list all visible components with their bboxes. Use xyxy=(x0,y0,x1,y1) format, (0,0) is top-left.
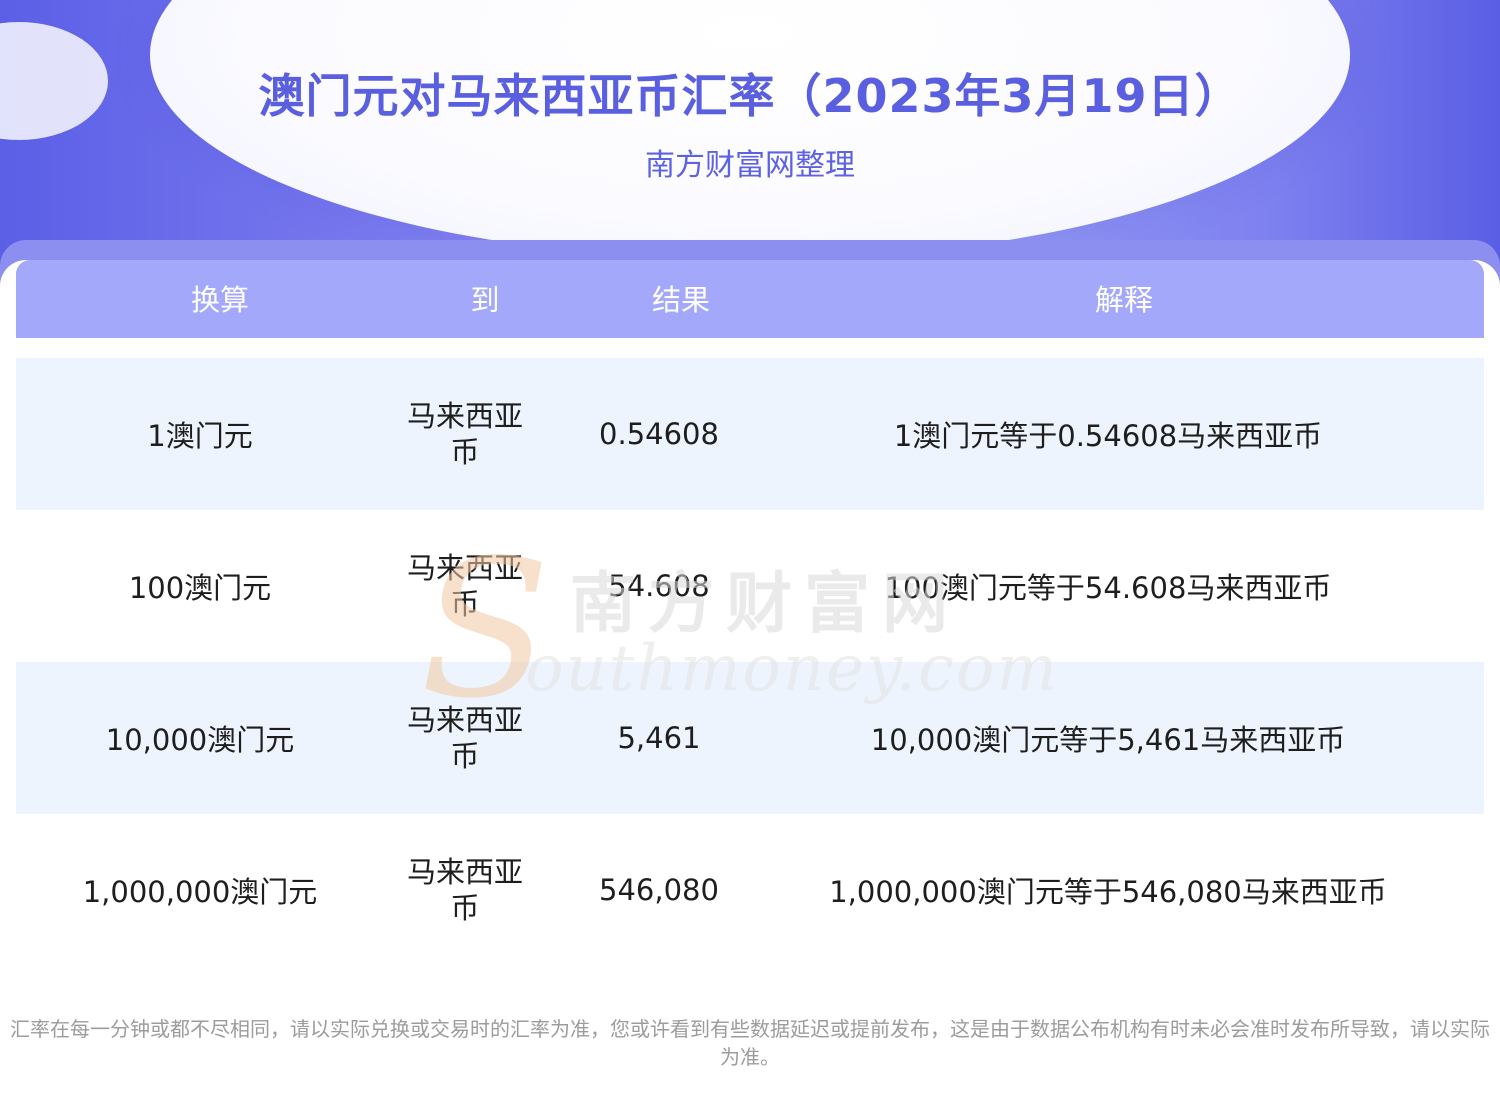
table-row: 1,000,000澳门元 马来西亚币 546,080 1,000,000澳门元等… xyxy=(16,814,1484,966)
cell-amount: 1,000,000澳门元 xyxy=(82,875,318,909)
cell-target-currency: 马来西亚币 xyxy=(400,662,530,814)
cell-result: 546,080 xyxy=(599,873,719,907)
cell-amount: 100澳门元 xyxy=(128,571,272,605)
cell-amount: 1澳门元 xyxy=(147,419,253,453)
cell-result: 0.54608 xyxy=(599,417,719,451)
cell-target-currency-text: 马来西亚币 xyxy=(406,855,523,925)
cell-target-currency-text: 马来西亚币 xyxy=(406,399,523,469)
column-header-to: 到 xyxy=(470,283,500,317)
table-row: 100澳门元 马来西亚币 54.608 100澳门元等于54.608马来西亚币 xyxy=(16,510,1484,662)
table-header: 换算 到 结果 解释 xyxy=(16,260,1484,338)
table-row: 10,000澳门元 马来西亚币 5,461 10,000澳门元等于5,461马来… xyxy=(16,662,1484,814)
cell-target-currency-text: 马来西亚币 xyxy=(406,551,523,621)
cell-target-currency: 马来西亚币 xyxy=(400,814,530,966)
cell-explanation: 1,000,000澳门元等于546,080马来西亚币 xyxy=(829,875,1387,909)
cell-result: 5,461 xyxy=(617,721,701,755)
column-header-convert: 换算 xyxy=(190,283,249,317)
disclaimer-note: 汇率在每一分钟或都不尽相同，请以实际兑换或交易时的汇率为准，您或许看到有些数据延… xyxy=(10,1017,1490,1069)
cell-explanation: 1澳门元等于0.54608马来西亚币 xyxy=(893,419,1323,453)
table-row: 1澳门元 马来西亚币 0.54608 1澳门元等于0.54608马来西亚币 xyxy=(16,358,1484,510)
cell-target-currency: 马来西亚币 xyxy=(400,358,530,510)
page-title: 澳门元对马来西亚币汇率（2023年3月19日） xyxy=(258,69,1242,123)
cell-result: 54.608 xyxy=(608,569,710,603)
page-subtitle: 南方财富网整理 xyxy=(645,148,855,183)
cell-amount: 10,000澳门元 xyxy=(105,723,295,757)
cell-explanation: 10,000澳门元等于5,461马来西亚币 xyxy=(870,723,1346,757)
column-header-result: 结果 xyxy=(651,283,710,317)
column-header-explain: 解释 xyxy=(1094,283,1153,317)
cell-explanation: 100澳门元等于54.608马来西亚币 xyxy=(884,571,1332,605)
cell-target-currency: 马来西亚币 xyxy=(400,510,530,662)
cell-target-currency-text: 马来西亚币 xyxy=(406,703,523,773)
